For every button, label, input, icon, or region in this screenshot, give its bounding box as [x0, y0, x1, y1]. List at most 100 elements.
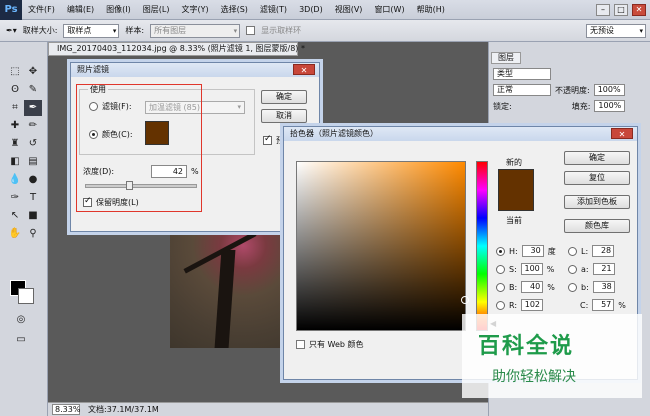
watermark-logo: 百科全说 — [478, 334, 575, 359]
web-colors-checkbox[interactable] — [296, 340, 305, 349]
kind-filter-select[interactable]: 类型 — [493, 68, 551, 80]
menu-image[interactable]: 图像(I) — [100, 0, 137, 20]
close-button[interactable]: ✕ — [632, 3, 646, 16]
marquee-tool-icon[interactable]: ⬚ — [6, 64, 24, 80]
ok-button[interactable]: 确定 — [261, 90, 307, 104]
background-color[interactable] — [18, 288, 34, 304]
sample-size-select[interactable]: 取样点 — [63, 23, 120, 38]
l-input[interactable]: 28 — [592, 245, 615, 257]
highlight-box — [76, 84, 202, 212]
fill-input[interactable]: 100% — [594, 100, 626, 112]
path-select-icon[interactable]: ↖ — [6, 208, 24, 224]
quick-mask-icon[interactable]: ◎ — [12, 312, 30, 328]
l-radio[interactable] — [568, 246, 577, 256]
menu-file[interactable]: 文件(F) — [22, 0, 61, 20]
color-picker-title: 拾色器（照片滤镜颜色） — [290, 129, 378, 138]
menu-type[interactable]: 文字(Y) — [175, 0, 214, 20]
reset-button[interactable]: 复位 — [564, 171, 630, 185]
color-field[interactable] — [296, 161, 469, 331]
eyedropper-icon[interactable]: ✒▾ — [6, 26, 17, 35]
brush-tool-icon[interactable]: ✏ — [24, 118, 42, 134]
add-to-swatches-button[interactable]: 添加到色板 — [564, 195, 630, 209]
eyedropper-tool-icon[interactable]: ✒ — [24, 100, 42, 116]
lab-b-radio[interactable] — [568, 282, 577, 292]
menu-window[interactable]: 窗口(W) — [368, 0, 410, 20]
s-label: S: — [509, 264, 517, 274]
b-input[interactable]: 40 — [521, 281, 544, 293]
stamp-tool-icon[interactable]: ♜ — [6, 136, 24, 152]
close-icon[interactable]: ✕ — [611, 128, 633, 139]
lock-label: 锁定: — [493, 101, 512, 111]
healing-tool-icon[interactable]: ✚ — [6, 118, 24, 134]
color-picker-titlebar[interactable]: 拾色器（照片滤镜颜色） ✕ — [284, 127, 637, 141]
preview-checkbox[interactable] — [263, 134, 272, 145]
menu-filter[interactable]: 滤镜(T) — [254, 0, 293, 20]
show-ring-checkbox[interactable] — [246, 26, 256, 35]
close-icon[interactable]: ✕ — [293, 64, 315, 75]
sample-select[interactable]: 所有图层 — [150, 23, 241, 38]
lab-b-label: b: — [581, 282, 589, 292]
cancel-button[interactable]: 取消 — [261, 109, 307, 123]
menu-select[interactable]: 选择(S) — [215, 0, 254, 20]
eraser-tool-icon[interactable]: ◧ — [6, 154, 24, 170]
minimize-button[interactable]: – — [596, 3, 610, 16]
blend-mode-select[interactable]: 正常 — [493, 84, 551, 96]
pen-tool-icon[interactable]: ✑ — [6, 190, 24, 206]
menu-3d[interactable]: 3D(D) — [293, 0, 329, 20]
document-tab[interactable]: IMG_20170403_112034.jpg @ 8.33% (照片滤镜 1,… — [48, 42, 305, 56]
history-brush-icon[interactable]: ↺ — [24, 136, 42, 152]
type-tool-icon[interactable]: T — [24, 190, 42, 206]
a-label: a: — [581, 264, 589, 274]
workspace-select[interactable]: 无预设 — [586, 24, 646, 38]
b-radio[interactable] — [496, 282, 505, 292]
sample-label: 样本: — [125, 26, 145, 35]
r-radio[interactable] — [496, 300, 505, 310]
web-colors-label: 只有 Web 颜色 — [309, 340, 364, 349]
tab-layers[interactable]: 图层 — [491, 52, 521, 64]
menu-help[interactable]: 帮助(H) — [411, 0, 451, 20]
s-input[interactable]: 100 — [520, 263, 543, 275]
move-tool-icon[interactable]: ✥ — [24, 64, 42, 80]
s-unit: % — [546, 264, 555, 274]
new-color-swatch — [498, 169, 534, 211]
hand-tool-icon[interactable]: ✋ — [6, 226, 24, 242]
lasso-tool-icon[interactable]: ʘ — [6, 82, 24, 98]
a-input[interactable]: 21 — [592, 263, 615, 275]
menu-edit[interactable]: 编辑(E) — [61, 0, 100, 20]
document-image — [170, 220, 292, 348]
gradient-tool-icon[interactable]: ▤ — [24, 154, 42, 170]
dodge-tool-icon[interactable]: ● — [24, 172, 42, 188]
crop-tool-icon[interactable]: ⌗ — [6, 100, 24, 116]
c-input[interactable]: 57 — [592, 299, 615, 311]
restore-button[interactable]: □ — [614, 3, 628, 16]
show-ring-label: 显示取样环 — [261, 26, 302, 35]
photoshop-logo: Ps — [0, 0, 22, 20]
menu-layer[interactable]: 图层(L) — [137, 0, 176, 20]
h-input[interactable]: 30 — [521, 245, 544, 257]
fill-label: 填充: — [571, 101, 591, 111]
lab-b-input[interactable]: 38 — [592, 281, 615, 293]
photo-filter-titlebar[interactable]: 照片滤镜 ✕ — [71, 63, 319, 77]
menubar: Ps 文件(F) 编辑(E) 图像(I) 图层(L) 文字(Y) 选择(S) 滤… — [0, 0, 650, 20]
s-radio[interactable] — [496, 264, 505, 274]
shape-tool-icon[interactable]: ■ — [24, 208, 42, 224]
hue-slider[interactable] — [476, 161, 488, 331]
a-radio[interactable] — [568, 264, 577, 274]
r-input[interactable]: 102 — [521, 299, 544, 311]
l-label: L: — [581, 246, 589, 256]
color-field-marker[interactable] — [461, 296, 469, 304]
h-radio[interactable] — [496, 246, 505, 256]
zoom-level[interactable]: 8.33% — [52, 404, 80, 415]
color-libraries-button[interactable]: 颜色库 — [564, 219, 630, 233]
quick-select-tool-icon[interactable]: ✎ — [24, 82, 42, 98]
screen-mode-icon[interactable]: ▭ — [12, 332, 30, 348]
zoom-tool-icon[interactable]: ⚲ — [24, 226, 42, 242]
ok-button[interactable]: 确定 — [564, 151, 630, 165]
photo-filter-title: 照片滤镜 — [77, 65, 109, 74]
toolbar: ⬚ ✥ ʘ ✎ ⌗ ✒ ✚ ✏ ♜ ↺ ◧ ▤ 💧 ● ✑ T ↖ ■ ✋ ⚲ … — [0, 42, 48, 416]
r-label: R: — [509, 300, 518, 310]
opacity-input[interactable]: 100% — [593, 84, 625, 96]
h-label: H: — [509, 246, 518, 256]
blur-tool-icon[interactable]: 💧 — [6, 172, 24, 188]
menu-view[interactable]: 视图(V) — [329, 0, 369, 20]
